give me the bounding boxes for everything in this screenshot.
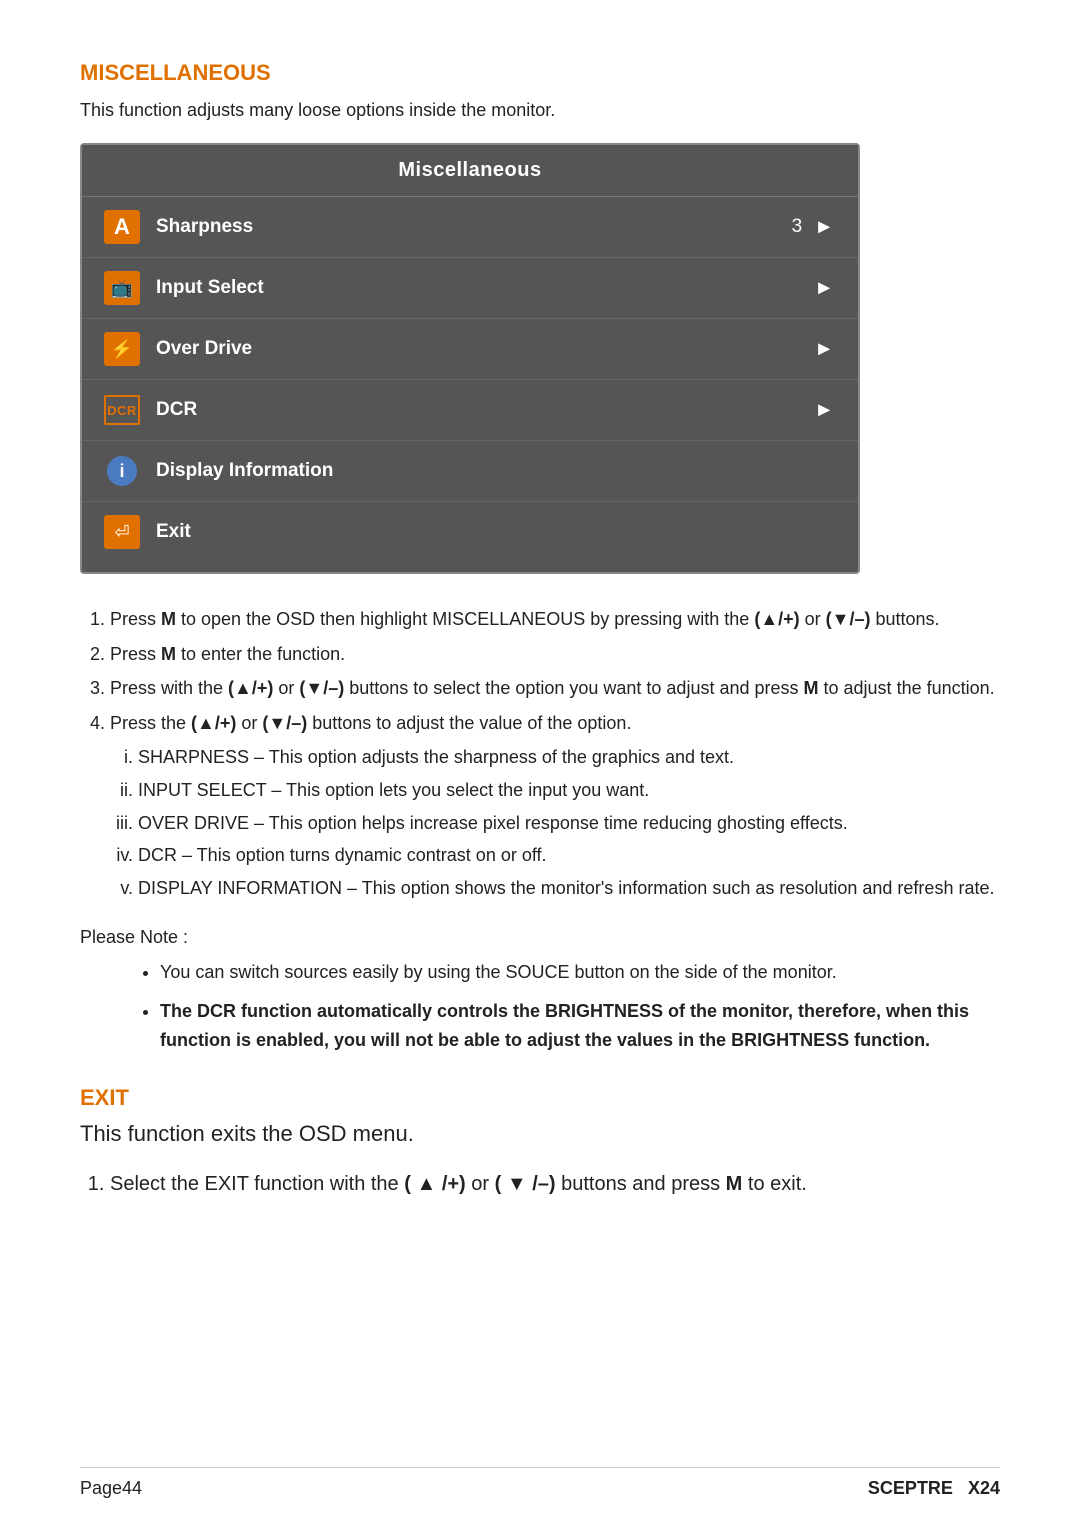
- sub-instruction-v: DISPLAY INFORMATION – This option shows …: [138, 873, 1000, 904]
- over-drive-icon-wrapper: ⚡: [102, 331, 142, 367]
- osd-title: Miscellaneous: [82, 145, 858, 197]
- instruction-1: Press M to open the OSD then highlight M…: [110, 604, 1000, 635]
- display-info-icon-wrapper: i: [102, 453, 142, 489]
- instruction-2: Press M to enter the function.: [110, 639, 1000, 670]
- osd-row-dcr: DCR DCR ►: [82, 380, 858, 441]
- dcr-icon-wrapper: DCR: [102, 392, 142, 428]
- osd-row-over-drive: ⚡ Over Drive ►: [82, 319, 858, 380]
- instruction-3: Press with the (▲/+) or (▼/–) buttons to…: [110, 673, 1000, 704]
- input-select-icon-wrapper: 📺: [102, 270, 142, 306]
- instruction-4: Press the (▲/+) or (▼/–) buttons to adju…: [110, 708, 1000, 904]
- page-footer: Page44 SCEPTRE X24: [80, 1467, 1000, 1499]
- sharpness-label: Sharpness: [156, 216, 792, 238]
- sharpness-icon: A: [104, 210, 140, 244]
- osd-row-display-info: i Display Information: [82, 441, 858, 502]
- misc-heading: MISCELLANEOUS: [80, 60, 1000, 86]
- sub-instruction-iii: OVER DRIVE – This option helps increase …: [138, 808, 1000, 839]
- over-drive-label: Over Drive: [156, 338, 814, 360]
- exit-instructions: Select the EXIT function with the ( ▲ /+…: [80, 1167, 1000, 1201]
- misc-intro: This function adjusts many loose options…: [80, 100, 1000, 121]
- exit-icon-wrapper: ⏎: [102, 514, 142, 550]
- exit-intro: This function exits the OSD menu.: [80, 1121, 1000, 1147]
- over-drive-icon: ⚡: [104, 332, 140, 366]
- dcr-icon: DCR: [104, 395, 140, 425]
- please-note-section: Please Note : You can switch sources eas…: [80, 927, 1000, 1054]
- dcr-arrow-icon: ►: [814, 399, 834, 422]
- sub-instruction-ii: INPUT SELECT – This option lets you sele…: [138, 775, 1000, 806]
- osd-row-exit: ⏎ Exit: [82, 502, 858, 562]
- exit-instruction-1: Select the EXIT function with the ( ▲ /+…: [110, 1167, 1000, 1201]
- sharpness-arrow-icon: ►: [814, 216, 834, 239]
- please-note-label: Please Note :: [80, 927, 1000, 948]
- footer-brand-model: SCEPTRE X24: [868, 1478, 1000, 1499]
- note-2: The DCR function automatically controls …: [160, 997, 1000, 1055]
- input-select-icon: 📺: [104, 271, 140, 305]
- exit-heading: EXIT: [80, 1085, 1000, 1111]
- sub-instruction-iv: DCR – This option turns dynamic contrast…: [138, 840, 1000, 871]
- osd-row-input-select: 📺 Input Select ►: [82, 258, 858, 319]
- exit-icon: ⏎: [104, 515, 140, 549]
- over-drive-arrow-icon: ►: [814, 338, 834, 361]
- sharpness-value: 3: [792, 216, 803, 238]
- sub-instruction-i: SHARPNESS – This option adjusts the shar…: [138, 742, 1000, 773]
- exit-label: Exit: [156, 521, 834, 543]
- display-info-label: Display Information: [156, 460, 834, 482]
- input-select-label: Input Select: [156, 277, 814, 299]
- note-1: You can switch sources easily by using t…: [160, 958, 1000, 987]
- osd-menu-box: Miscellaneous A Sharpness 3 ► 📺 Input Se…: [80, 143, 860, 574]
- misc-instructions: Press M to open the OSD then highlight M…: [80, 604, 1000, 903]
- dcr-label: DCR: [156, 399, 814, 421]
- sharpness-icon-wrapper: A: [102, 209, 142, 245]
- footer-page: Page44: [80, 1478, 142, 1499]
- osd-row-sharpness: A Sharpness 3 ►: [82, 197, 858, 258]
- display-info-icon: i: [107, 456, 137, 486]
- input-select-arrow-icon: ►: [814, 277, 834, 300]
